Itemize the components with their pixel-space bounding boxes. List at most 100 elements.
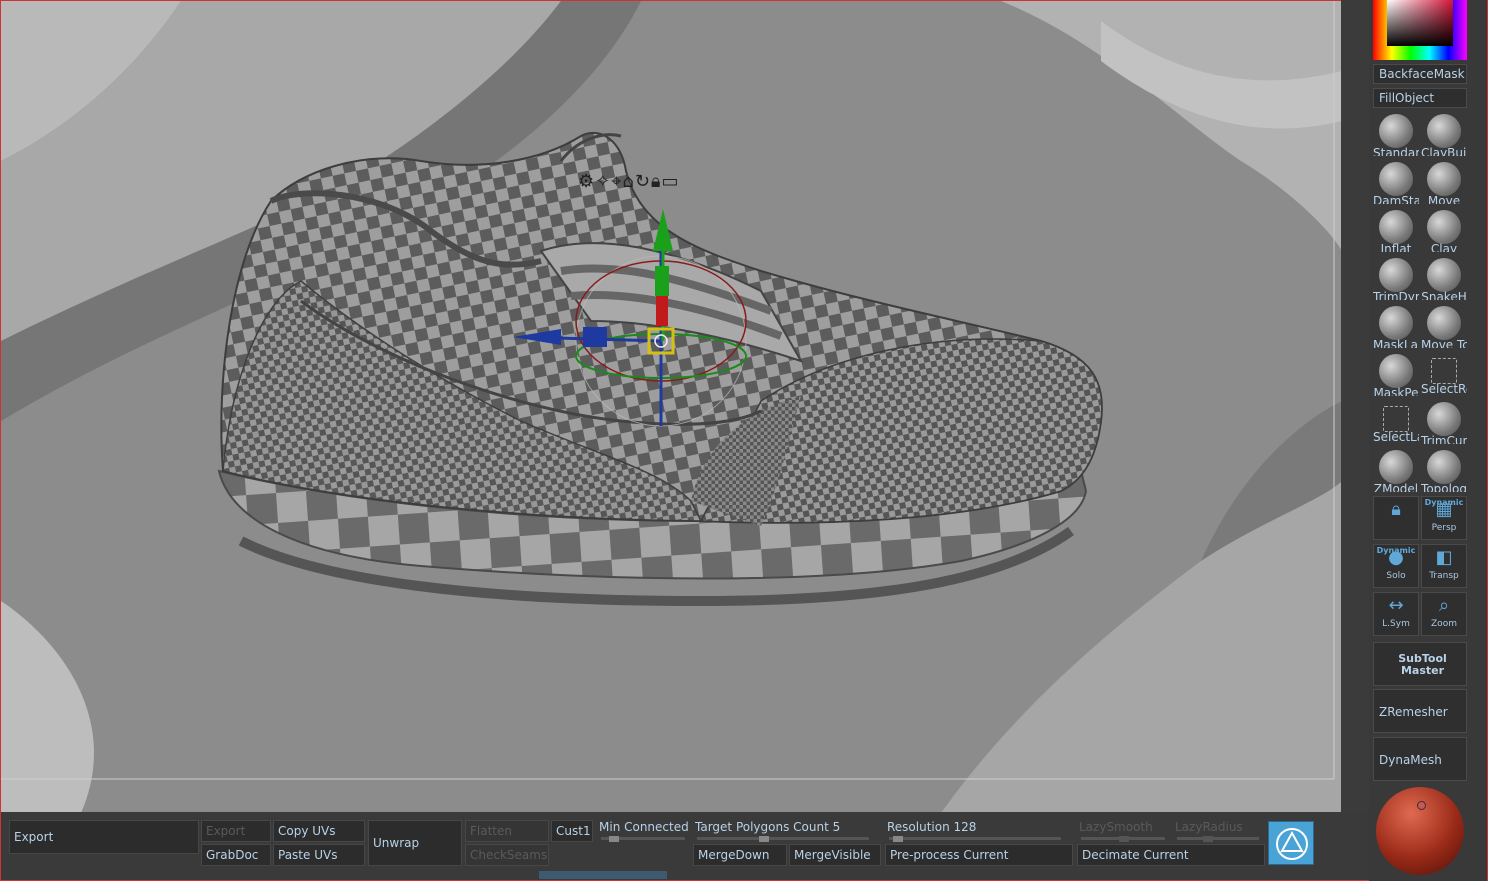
slider-knob[interactable] [893, 836, 903, 842]
slider-track [1177, 837, 1259, 840]
brush-maskpen[interactable]: MaskPe [1373, 350, 1419, 396]
gizmo-toolbar[interactable]: ⚙✧⌖⌂↻🔒︎▭ [578, 171, 680, 192]
brush-movetopological[interactable]: Move Tc [1421, 302, 1467, 348]
brush-move[interactable]: Move [1421, 158, 1467, 204]
canvas-viewport[interactable]: ⚙✧⌖⌂↻🔒︎▭ [0, 0, 1341, 812]
mergedown-button[interactable]: MergeDown [693, 844, 787, 866]
brush-label: Move [1427, 194, 1461, 204]
brush-trimcurve[interactable]: TrimCur [1421, 398, 1467, 444]
slider-knob[interactable] [609, 836, 619, 842]
persp-button[interactable]: Dynamic ▦ Persp [1421, 496, 1467, 540]
brush-masklasso[interactable]: MaskLa: [1373, 302, 1419, 348]
move-brush-icon [1427, 162, 1461, 196]
movetopological-brush-icon [1427, 306, 1461, 340]
slider-track [697, 837, 869, 840]
color-picker[interactable] [1373, 0, 1467, 60]
lazysmooth-label: LazySmooth [1079, 820, 1153, 834]
brush-label: ZModel [1373, 482, 1419, 492]
brush-label: SelectLa [1373, 430, 1419, 444]
maskpen-brush-icon [1379, 354, 1413, 388]
bottom-shelf: Export Export GrabDoc Copy UVs Paste UVs… [0, 812, 1369, 881]
subtool-master-line2: Master [1400, 664, 1445, 677]
brush-selectlasso[interactable]: SelectLa [1373, 398, 1419, 444]
brush-standard[interactable]: Standar [1373, 110, 1419, 156]
sculpt-scene [1, 1, 1341, 812]
material-ball[interactable] [1376, 787, 1464, 875]
brush-claybuildup[interactable]: ClayBuil [1421, 110, 1467, 156]
lock-icon[interactable]: 🔒︎ [651, 171, 662, 192]
export-big-button[interactable]: Export [9, 820, 199, 854]
bar-icon[interactable]: ▭ [661, 171, 679, 192]
trimcurve-brush-icon [1427, 402, 1461, 436]
gear-icon[interactable]: ⚙ [578, 171, 595, 192]
mergevisible-button[interactable]: MergeVisible [789, 844, 881, 866]
transparency-icon: ◧ [1435, 547, 1453, 568]
zremesher-button[interactable]: ZRemesher [1373, 689, 1467, 733]
brush-selectrect[interactable]: SelectRe [1421, 350, 1467, 396]
brush-label: MaskPe [1373, 386, 1419, 396]
brush-topology[interactable]: Topolog [1421, 446, 1467, 492]
brush-damstandard[interactable]: DamSta [1373, 158, 1419, 204]
dynamic-label: Dynamic [1376, 546, 1416, 555]
subtool-master-button[interactable]: SubTool Master [1373, 642, 1467, 686]
solo-label: Solo [1386, 571, 1406, 581]
lock-camera-icon: 🔒︎ [1391, 499, 1401, 520]
lazyradius-slider[interactable]: LazyRadius [1175, 820, 1265, 842]
material-ball-handle[interactable] [1417, 801, 1426, 810]
grabdoc-button[interactable]: GrabDoc [201, 844, 271, 866]
zplugin-button[interactable] [1268, 821, 1314, 865]
preprocess-current-button[interactable]: Pre-process Current [885, 844, 1073, 866]
unwrap-button[interactable]: Unwrap [368, 820, 462, 866]
selectrect-brush-icon [1431, 358, 1457, 384]
clay-brush-icon [1427, 210, 1461, 244]
checkseams-button[interactable]: CheckSeams [465, 844, 549, 866]
transp-button[interactable]: ◧ Transp [1421, 544, 1467, 588]
polygon-icon [1276, 828, 1308, 860]
inflate-brush-icon [1379, 210, 1413, 244]
lock-camera-button[interactable]: 🔒︎ [1373, 496, 1419, 540]
brush-label: TrimCur [1421, 434, 1467, 444]
brush-label: SelectRe [1421, 382, 1467, 396]
paste-uvs-button[interactable]: Paste UVs [273, 844, 365, 866]
lazyradius-label: LazyRadius [1175, 820, 1243, 834]
home-icon[interactable]: ⌂ [622, 171, 634, 192]
brush-inflate[interactable]: Inflat [1373, 206, 1419, 252]
decimate-current-button[interactable]: Decimate Current [1077, 844, 1265, 866]
min-connected-label: Min Connected F [599, 820, 691, 834]
slider-knob[interactable] [1119, 836, 1129, 842]
brush-label: Clay [1430, 242, 1458, 252]
brush-snakehook[interactable]: SnakeH [1421, 254, 1467, 300]
slider-knob[interactable] [759, 836, 769, 842]
copy-uvs-button[interactable]: Copy UVs [273, 820, 365, 842]
location-icon[interactable]: ⌖ [611, 171, 622, 192]
lsym-label: L.Sym [1382, 619, 1410, 629]
pin-icon[interactable]: ✧ [595, 171, 611, 192]
min-connected-slider[interactable]: Min Connected F [599, 820, 691, 842]
lsym-button[interactable]: ↔ L.Sym [1373, 592, 1419, 636]
dynamesh-button[interactable]: DynaMesh [1373, 737, 1467, 781]
slider-knob[interactable] [1203, 836, 1213, 842]
zoom-button[interactable]: ⌕ Zoom [1421, 592, 1467, 636]
brush-label: Standar [1373, 146, 1419, 156]
color-picker-square[interactable] [1387, 0, 1453, 46]
brush-label: ClayBuil [1421, 146, 1467, 156]
brush-clay[interactable]: Clay [1421, 206, 1467, 252]
topology-brush-icon [1427, 450, 1461, 484]
fill-object-button[interactable]: FillObject [1373, 88, 1467, 108]
brush-zmodeler[interactable]: ZModel [1373, 446, 1419, 492]
right-shelf: BackfaceMask FillObject Standar ClayBuil… [1369, 0, 1488, 881]
zoom-label: Zoom [1431, 619, 1457, 629]
flatten-button[interactable]: Flatten [465, 820, 549, 842]
lazysmooth-slider[interactable]: LazySmooth [1079, 820, 1171, 842]
export-small-button[interactable]: Export [201, 820, 271, 842]
backface-mask-button[interactable]: BackfaceMask [1373, 64, 1467, 84]
cust1-button[interactable]: Cust1 [551, 820, 593, 842]
reset-icon[interactable]: ↻ [635, 171, 651, 192]
shelf-tray-handle[interactable] [539, 871, 667, 879]
brush-label: Topolog [1421, 482, 1467, 492]
brush-trimdynamic[interactable]: TrimDyr [1373, 254, 1419, 300]
solo-button[interactable]: Dynamic ● Solo [1373, 544, 1419, 588]
resolution-slider[interactable]: Resolution 128 [887, 820, 1067, 842]
target-polygons-slider[interactable]: Target Polygons Count 5 [695, 820, 875, 842]
symmetry-icon: ↔ [1388, 595, 1404, 616]
